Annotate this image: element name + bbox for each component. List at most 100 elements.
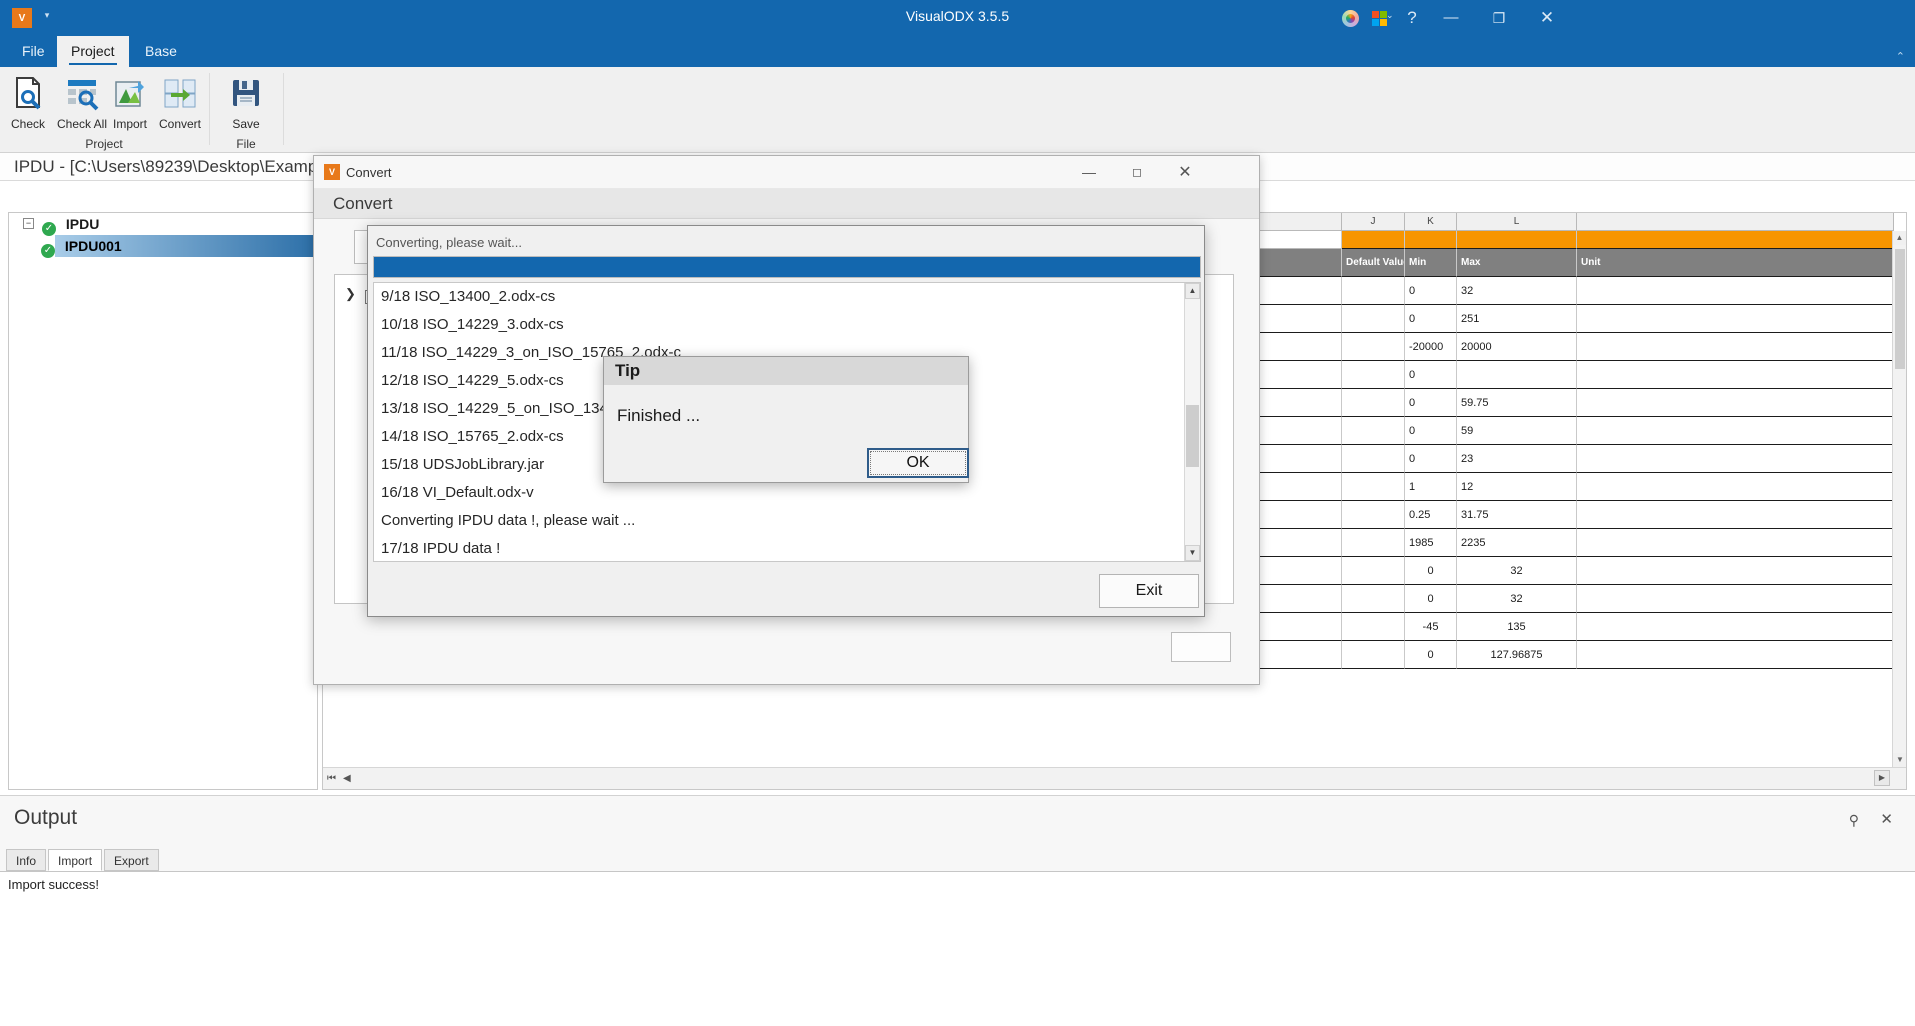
grid-cell-min[interactable]: 0: [1405, 305, 1457, 333]
grid-cell-max[interactable]: 32: [1457, 585, 1577, 613]
grid-cell-default[interactable]: [1342, 333, 1405, 361]
grid-col-k[interactable]: K: [1405, 213, 1457, 231]
color-ring-icon[interactable]: [1338, 6, 1362, 30]
convert-dialog-footer-button[interactable]: [1171, 632, 1231, 662]
grid-cell[interactable]: [1342, 231, 1405, 249]
grid-col-m[interactable]: [1577, 213, 1894, 231]
grid-cell-max[interactable]: 32: [1457, 557, 1577, 585]
convert-dialog-close-button[interactable]: ✕: [1161, 156, 1209, 189]
grid-col-l[interactable]: L: [1457, 213, 1577, 231]
tab-export[interactable]: Export: [104, 849, 159, 871]
grid-col-j[interactable]: J: [1342, 213, 1405, 231]
grid-cell-default[interactable]: [1342, 389, 1405, 417]
grid-nav-first-icon[interactable]: ⏮: [327, 773, 336, 784]
grid-cell-max[interactable]: 127.96875: [1457, 641, 1577, 669]
grid-cell-unit[interactable]: [1577, 613, 1894, 641]
ok-button[interactable]: OK: [867, 448, 969, 478]
grid-cell-max[interactable]: 31.75: [1457, 501, 1577, 529]
grid-cell-default[interactable]: [1342, 417, 1405, 445]
grid-cell[interactable]: [1405, 231, 1457, 249]
grid-cell-unit[interactable]: [1577, 389, 1894, 417]
tab-info[interactable]: Info: [6, 849, 47, 871]
grid-cell-unit[interactable]: [1577, 585, 1894, 613]
grid-cell-default[interactable]: [1342, 501, 1405, 529]
grid-cell[interactable]: [1577, 231, 1894, 249]
tab-file[interactable]: File: [8, 36, 59, 67]
tree-expander-icon[interactable]: −: [23, 218, 34, 229]
grid-nav-prev-icon[interactable]: ◀: [343, 773, 351, 784]
ribbon-collapse-icon[interactable]: ⌃: [1896, 50, 1905, 63]
grid-cell-min[interactable]: -45: [1405, 613, 1457, 641]
grid-cell-default[interactable]: [1342, 557, 1405, 585]
save-button[interactable]: Save: [220, 73, 272, 131]
tree-item-ipdu001[interactable]: ✓ IPDU001: [41, 235, 317, 258]
window-maximize-button[interactable]: ❐: [1485, 6, 1513, 30]
tab-project[interactable]: Project: [57, 36, 129, 67]
scrollbar-thumb[interactable]: [1186, 405, 1199, 467]
grid-cell-default[interactable]: [1342, 445, 1405, 473]
grid-cell-default[interactable]: [1342, 277, 1405, 305]
grid-cell-max[interactable]: 251: [1457, 305, 1577, 333]
grid-cell-default[interactable]: [1342, 613, 1405, 641]
grid-scroll-down-icon[interactable]: ▼: [1893, 753, 1906, 767]
grid-vscroll-thumb[interactable]: [1895, 249, 1905, 369]
grid-cell-max[interactable]: [1457, 361, 1577, 389]
output-log-body[interactable]: Import success!: [0, 871, 1915, 1026]
grid-cell-default[interactable]: [1342, 473, 1405, 501]
convert-button[interactable]: Convert: [152, 73, 208, 131]
tab-base[interactable]: Base: [131, 36, 191, 67]
grid-cell-unit[interactable]: [1577, 641, 1894, 669]
grid-header-cell[interactable]: Min: [1405, 249, 1457, 277]
grid-scroll-up-icon[interactable]: ▲: [1893, 231, 1906, 245]
tip-dialog[interactable]: Tip Finished ... OK: [603, 356, 969, 483]
grid-cell-unit[interactable]: [1577, 333, 1894, 361]
chevron-right-icon[interactable]: ❯: [345, 286, 356, 302]
grid-cell-min[interactable]: 0: [1405, 389, 1457, 417]
grid-cell-unit[interactable]: [1577, 361, 1894, 389]
tab-import[interactable]: Import: [48, 849, 103, 871]
check-button[interactable]: Check: [2, 73, 54, 131]
grid-cell-max[interactable]: 12: [1457, 473, 1577, 501]
grid-cell[interactable]: [1457, 231, 1577, 249]
windows-menu-caret-icon[interactable]: ⌄: [1386, 10, 1394, 21]
grid-cell-default[interactable]: [1342, 361, 1405, 389]
grid-record-navigator[interactable]: ⏮ ◀: [327, 769, 351, 787]
grid-cell-min[interactable]: 1985: [1405, 529, 1457, 557]
grid-cell-default[interactable]: [1342, 641, 1405, 669]
help-icon[interactable]: ?: [1400, 6, 1424, 30]
progress-log-scrollbar[interactable]: ▲ ▼: [1184, 283, 1200, 561]
grid-cell-max[interactable]: 59.75: [1457, 389, 1577, 417]
grid-header-cell[interactable]: Unit: [1577, 249, 1894, 277]
convert-dialog-minimize-button[interactable]: —: [1065, 156, 1113, 189]
grid-cell-default[interactable]: [1342, 305, 1405, 333]
window-minimize-button[interactable]: —: [1437, 6, 1465, 30]
grid-cell-min[interactable]: 0: [1405, 557, 1457, 585]
exit-button[interactable]: Exit: [1099, 574, 1199, 608]
grid-cell-min[interactable]: 0.25: [1405, 501, 1457, 529]
grid-vertical-scrollbar[interactable]: ▲ ▼: [1892, 231, 1906, 767]
grid-cell-unit[interactable]: [1577, 557, 1894, 585]
window-close-button[interactable]: ✕: [1533, 6, 1561, 30]
import-button[interactable]: Import: [104, 73, 156, 131]
grid-cell-max[interactable]: 32: [1457, 277, 1577, 305]
grid-cell-unit[interactable]: [1577, 445, 1894, 473]
pin-icon[interactable]: ⚲: [1849, 812, 1859, 829]
grid-cell-max[interactable]: 23: [1457, 445, 1577, 473]
convert-dialog-maximize-button[interactable]: ◻: [1113, 156, 1161, 189]
grid-cell-unit[interactable]: [1577, 529, 1894, 557]
grid-cell-default[interactable]: [1342, 585, 1405, 613]
grid-cell-max[interactable]: 2235: [1457, 529, 1577, 557]
grid-cell-min[interactable]: 1: [1405, 473, 1457, 501]
grid-cell-min[interactable]: 0: [1405, 641, 1457, 669]
grid-cell-min[interactable]: 0: [1405, 417, 1457, 445]
grid-cell-min[interactable]: 0: [1405, 585, 1457, 613]
grid-cell-max[interactable]: 135: [1457, 613, 1577, 641]
grid-cell-min[interactable]: 0: [1405, 361, 1457, 389]
grid-cell-min[interactable]: 0: [1405, 277, 1457, 305]
grid-cell-max[interactable]: 59: [1457, 417, 1577, 445]
grid-cell-max[interactable]: 20000: [1457, 333, 1577, 361]
grid-cell-min[interactable]: -20000: [1405, 333, 1457, 361]
output-close-button[interactable]: ✕: [1880, 810, 1893, 828]
grid-cell-unit[interactable]: [1577, 305, 1894, 333]
tree-item-ipdu[interactable]: − ✓ IPDU: [9, 213, 317, 236]
